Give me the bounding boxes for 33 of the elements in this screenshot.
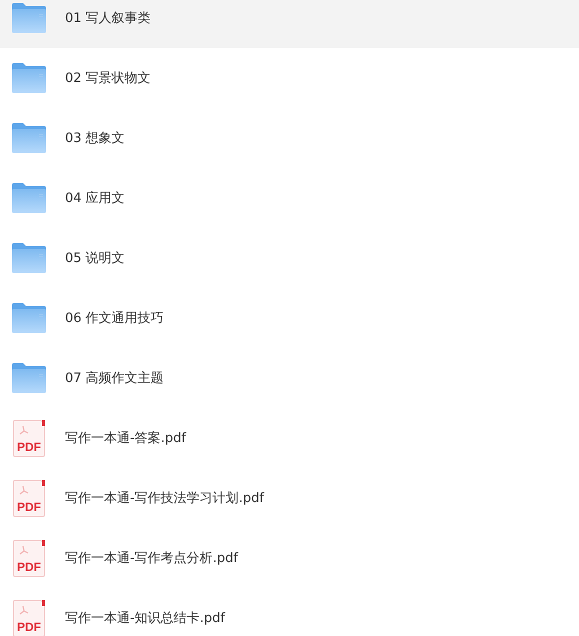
folder-icon xyxy=(12,63,46,93)
file-list-item[interactable]: 06 作文通用技巧 xyxy=(0,288,579,348)
file-list-item[interactable]: 01 写人叙事类 xyxy=(0,0,579,48)
file-list-item[interactable]: PDF 写作一本通-写作技法学习计划.pdf xyxy=(0,468,579,528)
file-list-item[interactable]: PDF 写作一本通-写作考点分析.pdf xyxy=(0,528,579,588)
file-list-item[interactable]: PDF 写作一本通-知识总结卡.pdf xyxy=(0,588,579,636)
folder-icon xyxy=(12,303,46,333)
folder-icon xyxy=(12,183,46,213)
folder-icon xyxy=(12,363,46,393)
file-name: 01 写人叙事类 xyxy=(65,10,151,27)
file-name: 写作一本通-知识总结卡.pdf xyxy=(65,610,225,627)
file-name: 写作一本通-答案.pdf xyxy=(65,430,186,447)
folder-icon xyxy=(12,3,46,33)
file-list-item[interactable]: 02 写景状物文 xyxy=(0,48,579,108)
file-name: 04 应用文 xyxy=(65,190,125,207)
file-name: 写作一本通-写作考点分析.pdf xyxy=(65,550,238,567)
file-name: 07 高频作文主题 xyxy=(65,370,164,387)
pdf-icon: PDF xyxy=(13,480,45,516)
file-name: 05 说明文 xyxy=(65,250,125,267)
file-list-item[interactable]: 03 想象文 xyxy=(0,108,579,168)
file-list-item[interactable]: PDF 写作一本通-答案.pdf xyxy=(0,408,579,468)
file-list-item[interactable]: 05 说明文 xyxy=(0,228,579,288)
file-list-item[interactable]: 07 高频作文主题 xyxy=(0,348,579,408)
file-name: 06 作文通用技巧 xyxy=(65,310,164,327)
file-name: 03 想象文 xyxy=(65,130,125,147)
pdf-icon: PDF xyxy=(13,420,45,456)
pdf-icon: PDF xyxy=(13,540,45,576)
file-list-item[interactable]: 04 应用文 xyxy=(0,168,579,228)
file-name: 写作一本通-写作技法学习计划.pdf xyxy=(65,490,264,507)
folder-icon xyxy=(12,243,46,273)
folder-icon xyxy=(12,123,46,153)
pdf-icon: PDF xyxy=(13,600,45,636)
file-name: 02 写景状物文 xyxy=(65,70,151,87)
